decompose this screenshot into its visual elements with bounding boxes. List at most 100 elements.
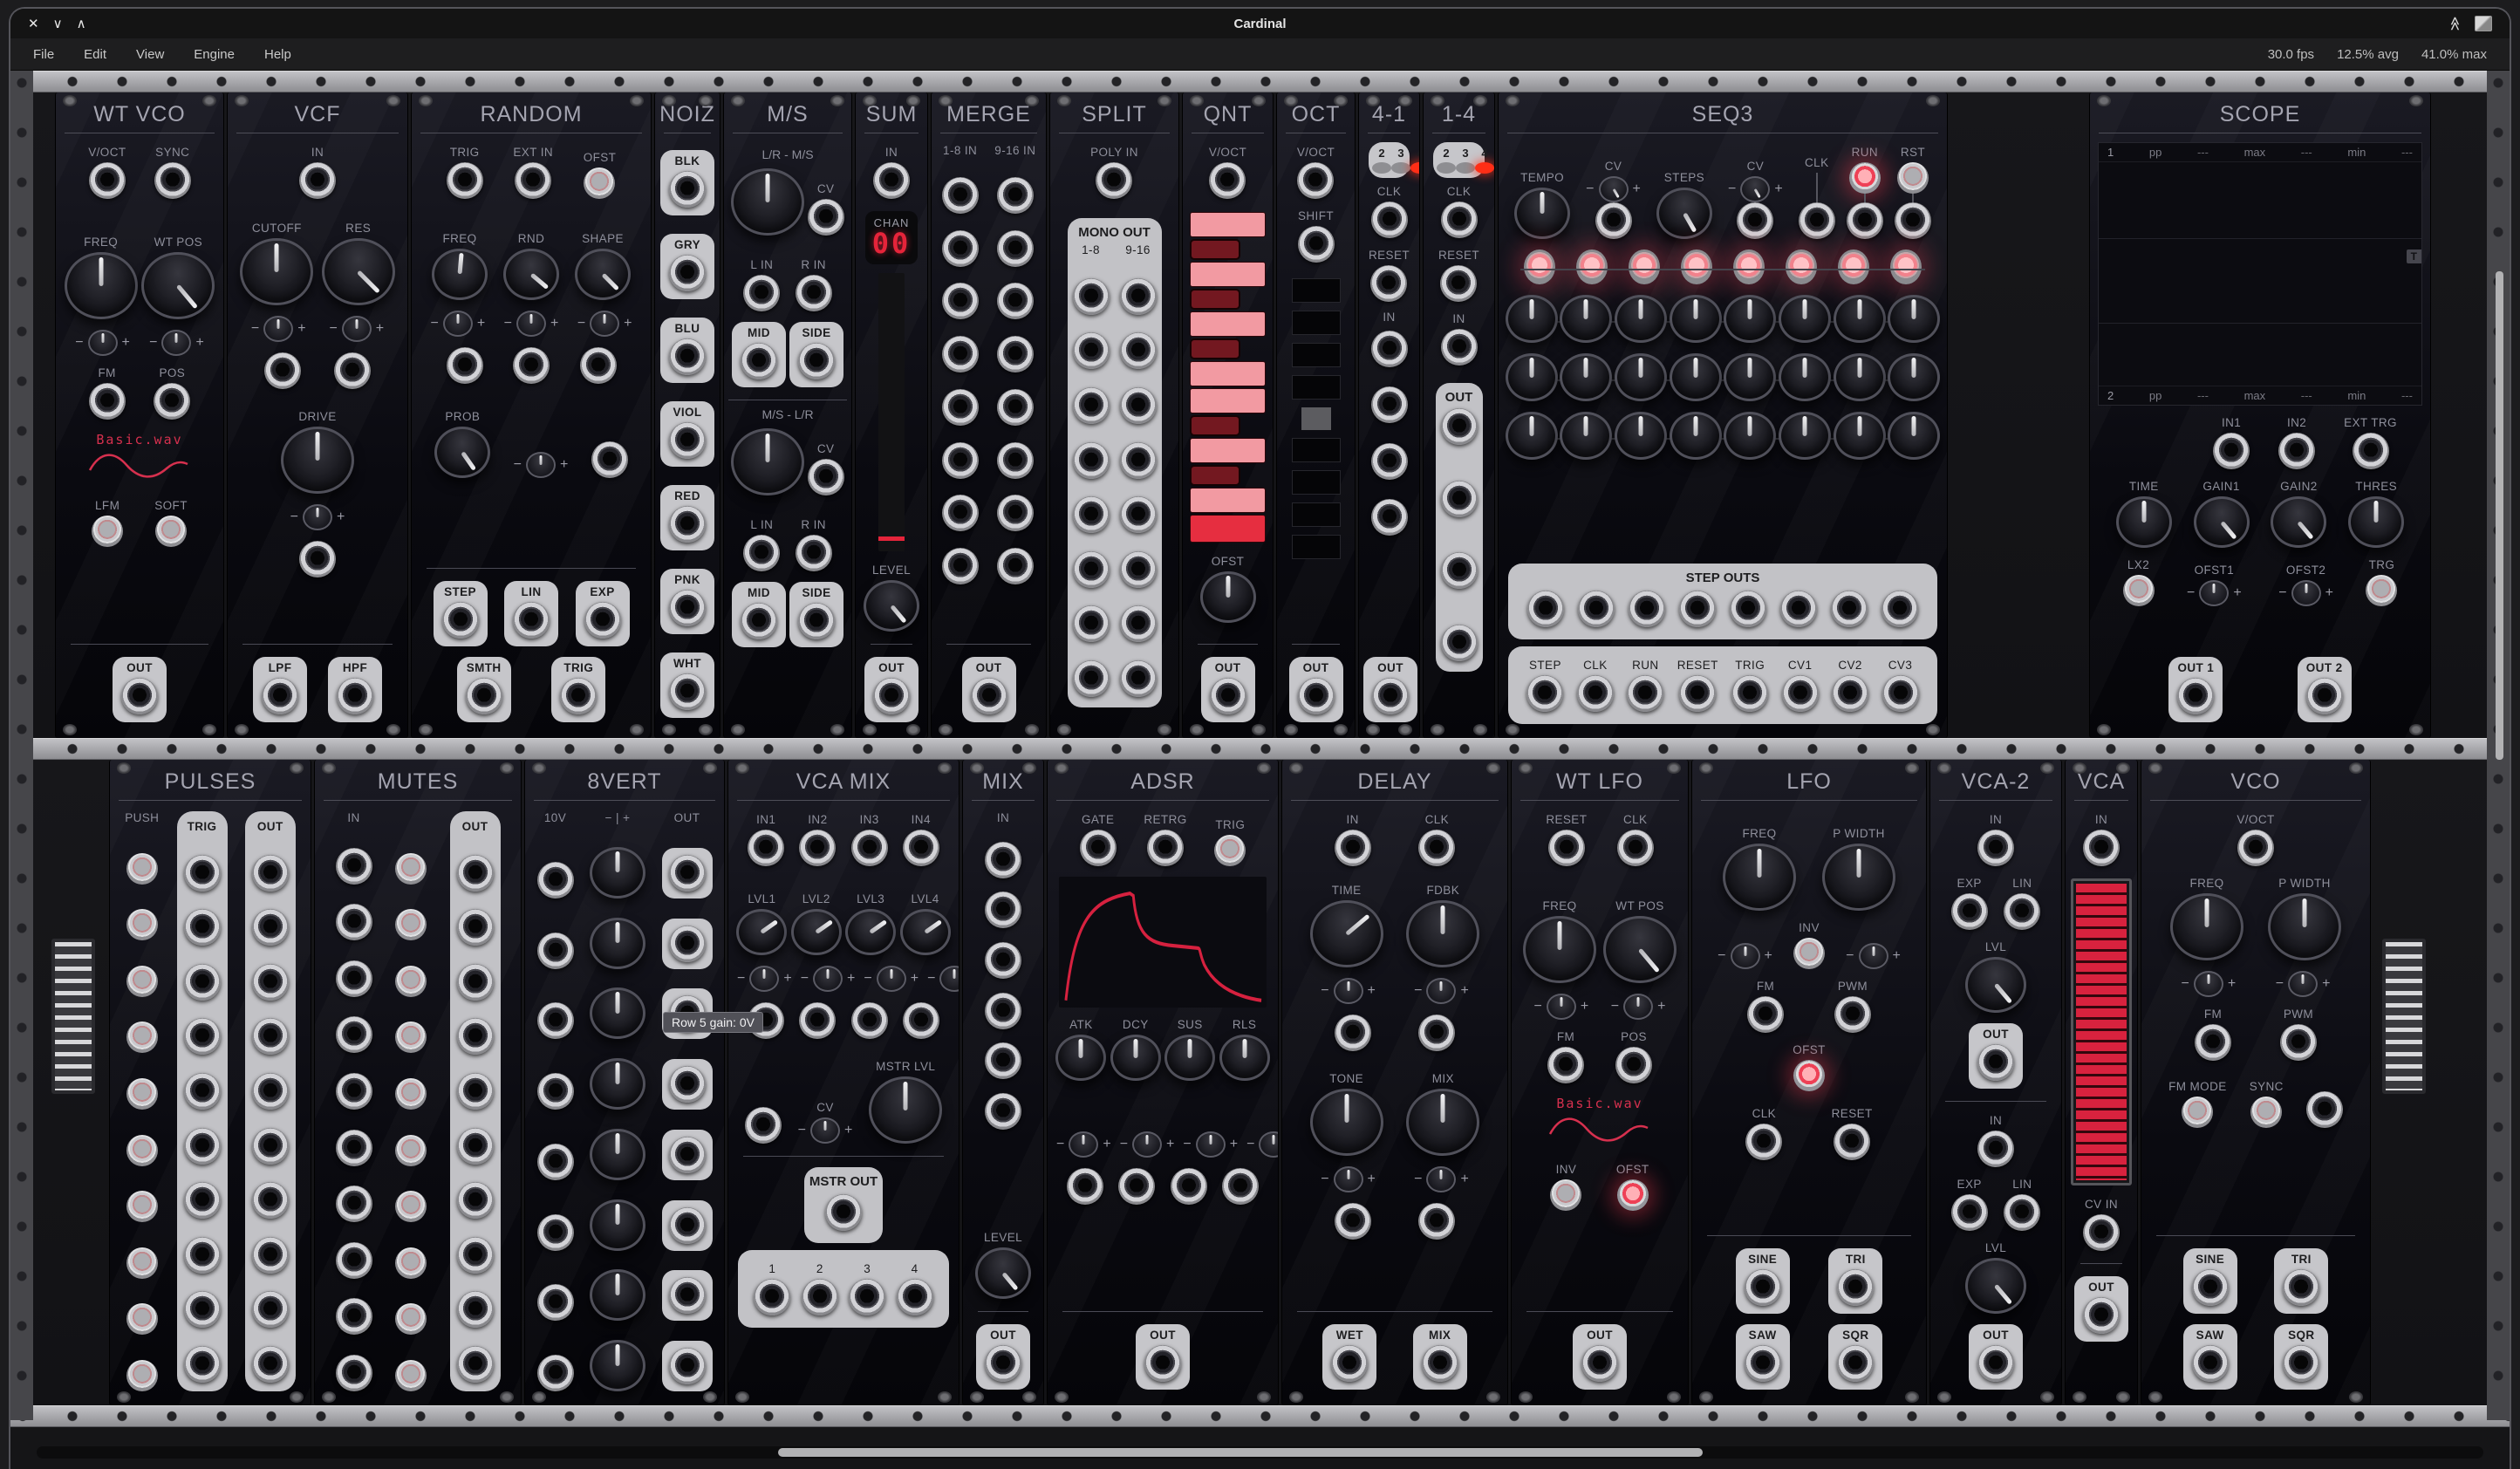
knob-lvl[interactable]: [1965, 1258, 2026, 1314]
jack[interactable]: [299, 541, 336, 577]
jack[interactable]: [1440, 265, 1477, 302]
jack[interactable]: [1679, 675, 1716, 712]
jack[interactable]: [669, 1348, 706, 1384]
jack[interactable]: [537, 1144, 574, 1180]
trim-knob[interactable]: [1069, 1131, 1098, 1158]
jack[interactable]: [1073, 496, 1110, 533]
button-lfm[interactable]: [92, 516, 123, 547]
jack[interactable]: [851, 830, 888, 866]
jack[interactable]: [537, 1002, 574, 1039]
jack[interactable]: [903, 830, 939, 866]
jack[interactable]: [1629, 591, 1665, 627]
knob-knob[interactable]: [590, 1058, 645, 1110]
jack[interactable]: [252, 1182, 289, 1219]
jack[interactable]: [741, 603, 777, 639]
jack[interactable]: [1331, 1345, 1368, 1382]
knob-knob[interactable]: [1670, 295, 1722, 343]
knob-mix[interactable]: [1406, 1089, 1479, 1156]
button-lx2[interactable]: [2123, 575, 2155, 606]
trim-knob[interactable]: [1599, 176, 1629, 202]
octave-slot[interactable]: [1292, 311, 1341, 335]
button-rst[interactable]: [1897, 162, 1929, 194]
jack[interactable]: [1371, 331, 1408, 367]
button-run[interactable]: [1849, 162, 1881, 194]
piano-key-active[interactable]: [1190, 515, 1266, 543]
jack[interactable]: [808, 199, 844, 236]
jack[interactable]: [184, 1291, 221, 1328]
steps-option-4[interactable]: 4: [1410, 147, 1420, 174]
jack[interactable]: [457, 1018, 494, 1055]
jack[interactable]: [184, 1346, 221, 1383]
jack[interactable]: [1951, 1194, 1988, 1231]
jack[interactable]: [903, 1002, 939, 1039]
knob-tone[interactable]: [1310, 1089, 1383, 1156]
jack[interactable]: [1297, 162, 1334, 199]
jack[interactable]: [798, 343, 835, 379]
jack[interactable]: [1977, 830, 2014, 866]
knob-atk[interactable]: [1055, 1035, 1106, 1081]
button-push[interactable]: [126, 1303, 158, 1335]
jack[interactable]: [669, 338, 706, 375]
jack[interactable]: [537, 1355, 574, 1391]
jack[interactable]: [447, 347, 483, 384]
jack[interactable]: [1073, 660, 1110, 697]
jack[interactable]: [1298, 226, 1335, 263]
jack[interactable]: [997, 177, 1034, 214]
piano-key-black[interactable]: [1190, 415, 1240, 436]
trim-knob[interactable]: [342, 316, 372, 342]
jack[interactable]: [89, 162, 126, 199]
jack[interactable]: [1118, 1168, 1155, 1205]
button-push[interactable]: [395, 1191, 427, 1222]
jack[interactable]: [1782, 675, 1819, 712]
jack[interactable]: [1073, 332, 1110, 369]
jack[interactable]: [669, 926, 706, 962]
jack[interactable]: [669, 171, 706, 208]
jack[interactable]: [1370, 265, 1407, 302]
jack[interactable]: [754, 1279, 790, 1315]
jack[interactable]: [1745, 1269, 1781, 1306]
jack[interactable]: [1578, 591, 1615, 627]
jack[interactable]: [743, 535, 780, 571]
jack[interactable]: [2237, 830, 2274, 866]
jack[interactable]: [1881, 591, 1918, 627]
knob-knob[interactable]: [1888, 295, 1940, 343]
jack[interactable]: [2278, 433, 2315, 469]
button-sync[interactable]: [2250, 1097, 2282, 1128]
knob-knob[interactable]: [590, 847, 645, 898]
jack[interactable]: [1441, 552, 1478, 589]
knob-lvl3[interactable]: [845, 909, 896, 955]
jack[interactable]: [515, 162, 551, 199]
jack[interactable]: [1073, 551, 1110, 588]
knob-shape[interactable]: [575, 249, 631, 300]
jack[interactable]: [1780, 591, 1817, 627]
button-inv[interactable]: [1793, 938, 1825, 969]
jack[interactable]: [1627, 675, 1663, 712]
jack[interactable]: [154, 383, 190, 420]
jack[interactable]: [1595, 202, 1632, 239]
button-trig[interactable]: [1214, 835, 1246, 866]
jack[interactable]: [1298, 678, 1335, 714]
knob-knob[interactable]: [1724, 353, 1776, 401]
button-push[interactable]: [126, 1360, 158, 1391]
knob-knob[interactable]: [1670, 353, 1722, 401]
knob-knob[interactable]: [1506, 353, 1558, 401]
knob-knob[interactable]: [590, 1340, 645, 1391]
jack[interactable]: [942, 336, 979, 372]
jack[interactable]: [457, 1346, 494, 1383]
jack[interactable]: [1799, 202, 1835, 239]
knob-knob[interactable]: [1779, 353, 1831, 401]
jack[interactable]: [942, 177, 979, 214]
step-led-button[interactable]: [1681, 249, 1712, 284]
jack[interactable]: [1527, 591, 1564, 627]
jack[interactable]: [336, 904, 372, 940]
jack[interactable]: [1977, 1131, 2014, 1167]
jack[interactable]: [1120, 496, 1157, 533]
jack[interactable]: [1548, 830, 1585, 866]
jack[interactable]: [184, 1237, 221, 1274]
jack[interactable]: [336, 1298, 372, 1335]
jack[interactable]: [336, 1016, 372, 1053]
knob-drive[interactable]: [281, 427, 354, 494]
jack[interactable]: [669, 673, 706, 710]
jack[interactable]: [1371, 443, 1408, 480]
jack[interactable]: [985, 1042, 1021, 1079]
